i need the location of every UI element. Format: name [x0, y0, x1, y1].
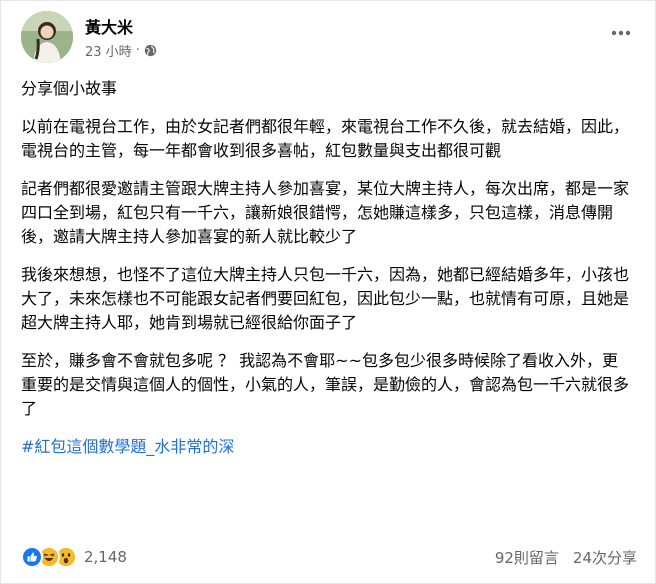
- avatar-photo: [21, 11, 73, 63]
- post-timestamp[interactable]: 23 小時: [85, 41, 132, 60]
- post-stats: 92則留言 24次分享: [495, 547, 637, 568]
- more-options-button[interactable]: [605, 17, 637, 49]
- post-header: 黃大米 23 小時 ·: [21, 11, 637, 63]
- hashtag-link[interactable]: #紅包這個數學題_水非常的深: [21, 437, 234, 456]
- reactions-summary[interactable]: 2,148: [21, 546, 127, 568]
- meta-separator: ·: [135, 43, 140, 58]
- globe-icon[interactable]: [144, 44, 157, 57]
- more-horizontal-icon: [611, 30, 631, 36]
- comments-count-link[interactable]: 92則留言: [495, 547, 559, 568]
- author-name[interactable]: 黃大米: [85, 14, 133, 38]
- post-paragraph: 以前在電視台工作，由於女記者們都很年輕，來電視台工作不久後，就去結婚，因此，電視…: [21, 117, 630, 160]
- post-paragraph: 至於，賺多會不會就包多呢 ？ 我認為不會耶~~包多包少很多時候除了看收入外，更重…: [21, 351, 630, 418]
- post-title: 分享個小故事: [21, 79, 118, 98]
- like-icon: [21, 546, 43, 568]
- post-meta: 23 小時 ·: [85, 41, 157, 60]
- post-footer: 2,148 92則留言 24次分享: [21, 541, 637, 573]
- shares-count-link[interactable]: 24次分享: [573, 547, 637, 568]
- facebook-post-card: 黃大米 23 小時 · 分享個小故事 以前在電視台工作，由於女記者們都很年輕，來…: [0, 0, 656, 584]
- post-paragraph: 我後來想想，也怪不了這位大牌主持人只包一千六，因為，她都已經結婚多年，小孩也大了…: [21, 265, 630, 332]
- post-body: 分享個小故事 以前在電視台工作，由於女記者們都很年輕，來電視台工作不久後，就去結…: [21, 77, 633, 473]
- author-avatar[interactable]: [21, 11, 73, 63]
- post-paragraph: 記者們都很愛邀請主管跟大牌主持人參加喜宴，某位大牌主持人，每次出席，都是一家四口…: [21, 179, 630, 246]
- reaction-count: 2,148: [84, 548, 127, 566]
